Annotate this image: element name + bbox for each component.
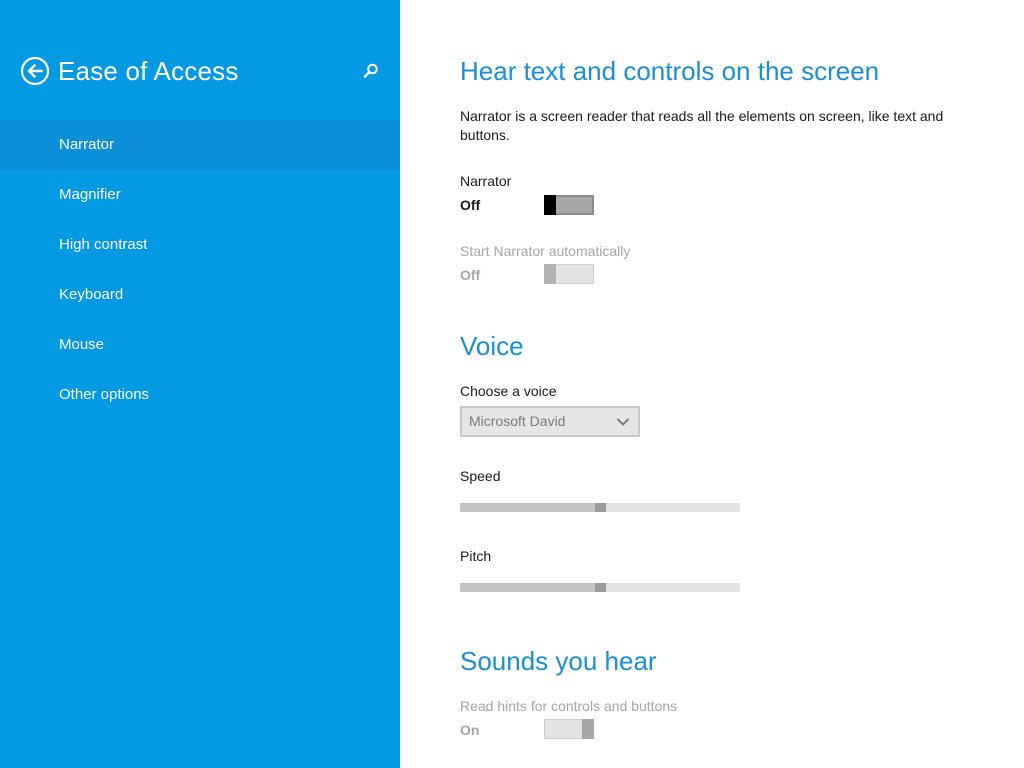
slider-fill bbox=[460, 583, 595, 592]
sidebar-item-label: Keyboard bbox=[59, 286, 124, 303]
sidebar-item-magnifier[interactable]: Magnifier bbox=[0, 170, 400, 220]
back-arrow-circle-icon[interactable] bbox=[20, 56, 50, 86]
sidebar-title: Ease of Access bbox=[58, 56, 239, 86]
slider-fill bbox=[460, 503, 595, 512]
start-narrator-auto-state: Off bbox=[460, 267, 481, 283]
section-heading-voice: Voice bbox=[460, 331, 524, 361]
settings-window: Ease of Access Narrator Magnifier High c… bbox=[0, 0, 1024, 768]
slider-thumb[interactable] bbox=[595, 503, 606, 512]
sidebar-item-label: Mouse bbox=[59, 336, 105, 353]
sidebar-item-label: Magnifier bbox=[59, 186, 121, 203]
pitch-label: Pitch bbox=[460, 548, 492, 564]
sidebar-header: Ease of Access bbox=[20, 54, 390, 88]
main-content: Hear text and controls on the screen Nar… bbox=[460, 0, 980, 768]
read-hints-state: On bbox=[460, 722, 480, 738]
choose-voice-label: Choose a voice bbox=[460, 383, 557, 399]
sidebar-item-label: High contrast bbox=[59, 236, 148, 253]
sidebar-item-narrator[interactable]: Narrator bbox=[0, 120, 400, 170]
read-hints-toggle[interactable] bbox=[544, 719, 594, 739]
sidebar-item-label: Narrator bbox=[59, 136, 115, 153]
search-icon[interactable] bbox=[362, 62, 380, 80]
narrator-toggle-state: Off bbox=[460, 197, 481, 213]
speed-label: Speed bbox=[460, 468, 501, 484]
sidebar-nav: Narrator Magnifier High contrast Keyboar… bbox=[0, 120, 400, 420]
section-heading-sounds: Sounds you hear bbox=[460, 646, 657, 676]
read-hints-label: Read hints for controls and buttons bbox=[460, 698, 678, 714]
narrator-description: Narrator is a screen reader that reads a… bbox=[460, 108, 944, 143]
sidebar-item-keyboard[interactable]: Keyboard bbox=[0, 270, 400, 320]
start-narrator-auto-label: Start Narrator automatically bbox=[460, 243, 631, 259]
voice-dropdown[interactable]: Microsoft David bbox=[460, 406, 640, 437]
sidebar: Ease of Access Narrator Magnifier High c… bbox=[0, 0, 400, 768]
sidebar-item-high-contrast[interactable]: High contrast bbox=[0, 220, 400, 270]
narrator-toggle-label: Narrator bbox=[460, 173, 512, 189]
voice-dropdown-value: Microsoft David bbox=[469, 413, 566, 429]
chevron-down-icon bbox=[616, 418, 630, 426]
slider-thumb[interactable] bbox=[595, 583, 606, 592]
toggle-thumb bbox=[544, 264, 556, 284]
slider-track bbox=[606, 583, 740, 592]
speed-slider[interactable] bbox=[460, 503, 740, 512]
toggle-thumb bbox=[582, 719, 594, 739]
sidebar-item-mouse[interactable]: Mouse bbox=[0, 320, 400, 370]
section-heading-hear-text: Hear text and controls on the screen bbox=[460, 56, 880, 86]
start-narrator-auto-toggle[interactable] bbox=[544, 264, 594, 284]
pitch-slider[interactable] bbox=[460, 583, 740, 592]
toggle-thumb bbox=[544, 195, 556, 215]
sidebar-item-label: Other options bbox=[59, 386, 150, 403]
slider-track bbox=[606, 503, 740, 512]
sidebar-item-other-options[interactable]: Other options bbox=[0, 370, 400, 420]
narrator-toggle[interactable] bbox=[544, 195, 594, 215]
